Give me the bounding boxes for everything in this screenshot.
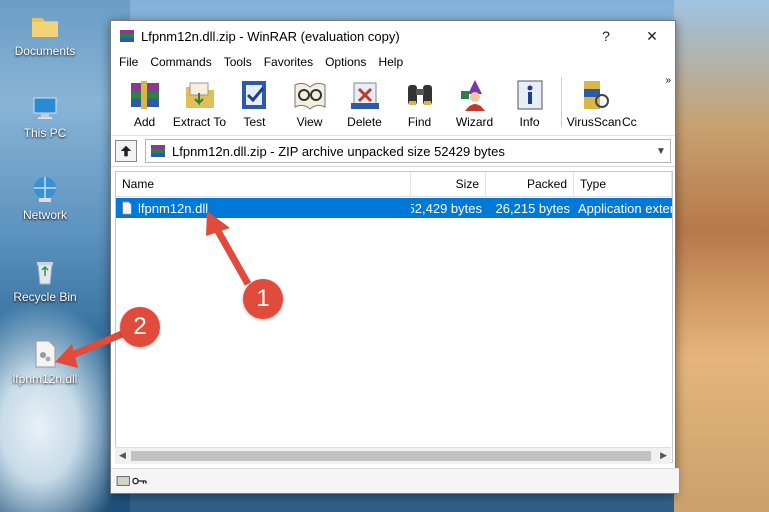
annotation-arrow-2 <box>68 330 124 360</box>
annotation-badge-2: 2 <box>120 307 160 347</box>
annotation-arrow-1 <box>210 222 252 286</box>
annotation-badge-1: 1 <box>243 279 283 319</box>
annotation-overlay <box>55 211 252 368</box>
annotation-arrowhead-2 <box>55 344 78 368</box>
